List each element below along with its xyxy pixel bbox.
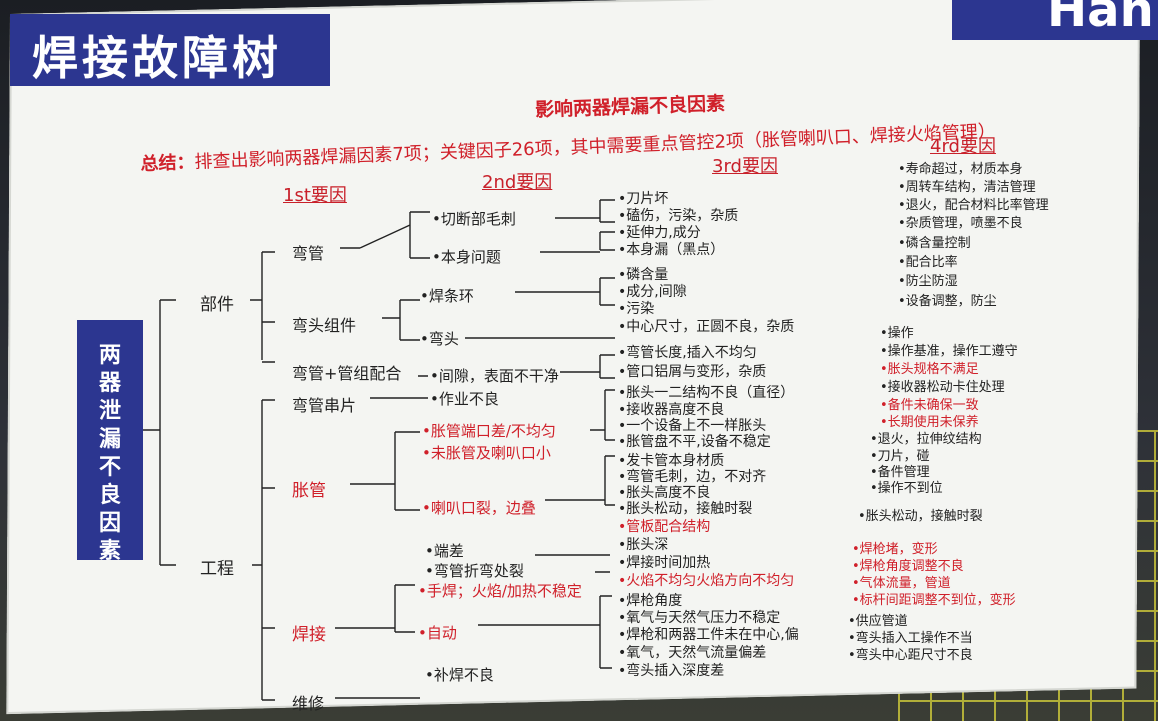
node-weizhang: •未胀管及喇叭口小 (422, 444, 551, 462)
node-jianxi: •间隙，表面不干净 (430, 367, 559, 385)
node-duancha: •端差 (425, 542, 464, 560)
photo-of-fault-tree-poster: 焊接故障树 Han 影响两器焊漏不良因素 总结：排查出影响两器焊漏因素7项；关键… (0, 0, 1158, 721)
cause-4rd: •寿命超过，材质本身 (898, 162, 1023, 177)
cause-4rd: •设备调整，防尘 (898, 294, 997, 309)
node-hantiaohuan: •焊条环 (420, 287, 474, 305)
node-benshen: •本身问题 (432, 248, 501, 266)
node-wantou: •弯头 (420, 330, 459, 348)
cause-3rd: •污染 (618, 301, 655, 317)
cause-3rd-key: •管板配合结构 (618, 519, 711, 535)
tree-connectors (143, 199, 615, 701)
cause-4rd: •磷含量控制 (898, 236, 971, 251)
cause-3rd: •氧气，天然气流量偏差 (618, 645, 767, 661)
cause-4rd: •防尘防湿 (898, 274, 958, 289)
node-chuanpian: 弯管串片 (292, 396, 357, 415)
cause-4rd-key: •胀头规格不满足 (880, 362, 979, 377)
cause-4rd-key: •标杆间距调整不到位，变形 (852, 593, 1016, 608)
cause-4rd: •操作 (880, 326, 914, 341)
cause-3rd: •弯头插入深度差 (618, 663, 725, 679)
node-shouhan: •手焊；火焰/加热不稳定 (418, 582, 582, 600)
node-duankou: •胀管端口差/不均匀 (422, 422, 556, 440)
cause-4rd: •胀头松动，接触时裂 (858, 509, 983, 524)
cause-3rd: •本身漏（黑点） (618, 242, 725, 258)
cause-3rd: •中心尺寸，正圆不良，杂质 (618, 319, 795, 335)
cause-4rd: •退火，配合材料比率管理 (898, 198, 1049, 213)
cause-4rd: •接收器松动卡住处理 (880, 380, 1005, 395)
node-zidong: •自动 (418, 624, 457, 642)
cause-3rd: •焊接时间加热 (618, 555, 711, 571)
node-weixiu: 维修 (292, 694, 325, 713)
node-bujian: 部件 (200, 295, 234, 315)
cause-4rd: •弯头中心距尺寸不良 (848, 648, 973, 663)
node-wanguan: 弯管 (292, 244, 325, 263)
node-gongcheng: 工程 (200, 559, 234, 579)
node-labakou: •喇叭口裂，边叠 (422, 499, 536, 517)
node-qieduan: •切断部毛刺 (432, 210, 516, 228)
node-buhan: •补焊不良 (425, 666, 494, 684)
node-hanjie: 焊接 (292, 625, 326, 645)
cause-3rd: •焊枪和两器工件未在中心,偏 (618, 627, 799, 643)
cause-4rd: •周转车结构，清洁管理 (898, 180, 1036, 195)
cause-3rd: •胀头深 (618, 537, 669, 553)
node-zhangguan: 胀管 (292, 481, 326, 501)
node-zuoye: •作业不良 (430, 390, 499, 408)
cause-4rd: •配合比率 (898, 255, 958, 270)
cause-4rd: •操作不到位 (870, 481, 943, 496)
cause-4rd: •杂质管理，喷墨不良 (898, 216, 1023, 231)
node-zhewan: •弯管折弯处裂 (425, 562, 524, 580)
node-peihe: 弯管+管组配合 (292, 364, 402, 383)
cause-4rd: •操作基准，操作工遵守 (880, 344, 1018, 359)
cause-3rd: •胀头松动，接触时裂 (618, 501, 753, 517)
cause-3rd: •胀管盘不平,设备不稳定 (618, 434, 771, 450)
cause-3rd: •管口铝屑与变形，杂质 (618, 364, 767, 380)
node-wantou-zujian: 弯头组件 (292, 316, 357, 335)
cause-3rd: •弯管长度,插入不均匀 (618, 345, 757, 361)
cause-3rd-key: •火焰不均匀火焰方向不均匀 (618, 573, 795, 589)
